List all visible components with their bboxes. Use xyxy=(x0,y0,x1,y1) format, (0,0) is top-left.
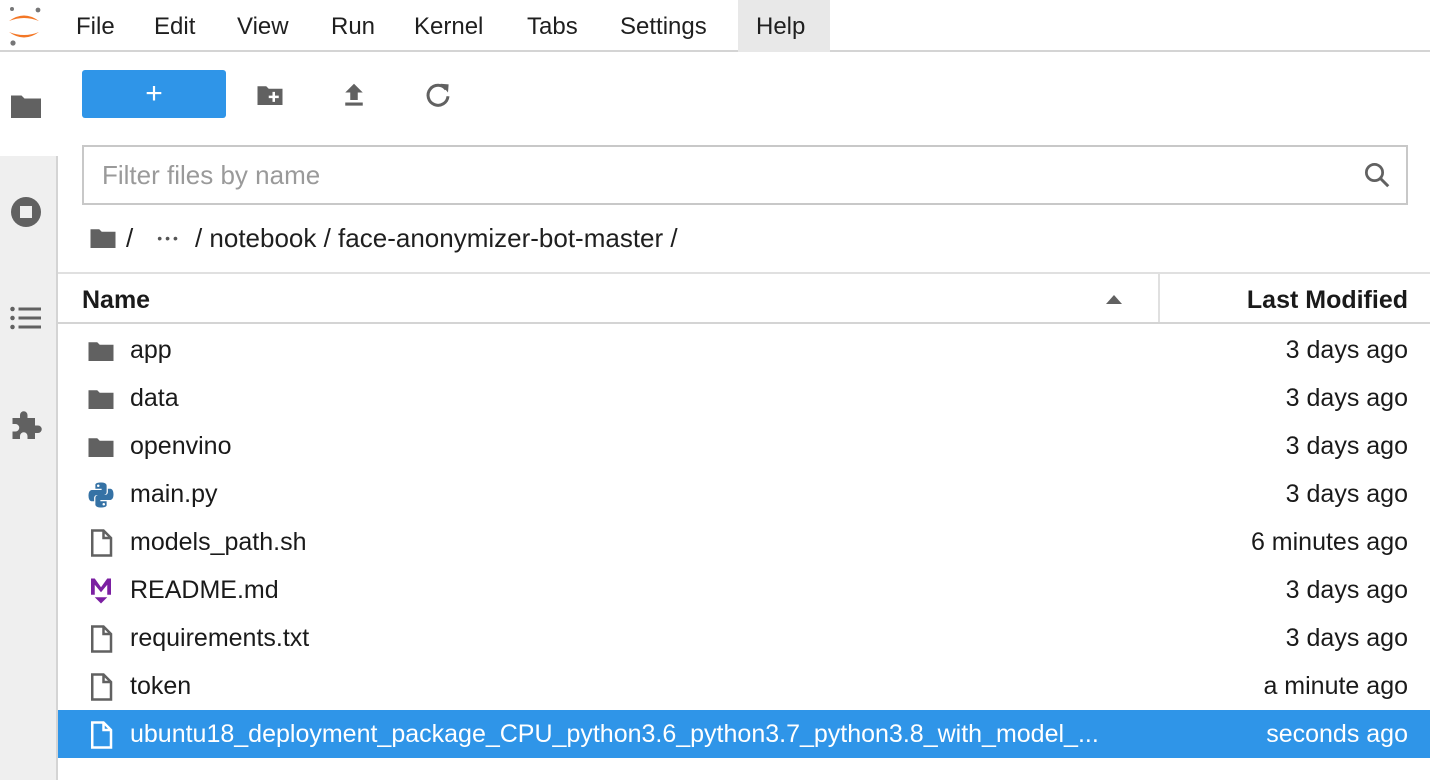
file-row[interactable]: token a minute ago xyxy=(58,662,1430,710)
python-file-icon xyxy=(88,482,114,508)
file-name: openvino xyxy=(130,432,232,460)
file-row[interactable]: main.py 3 days ago xyxy=(58,470,1430,518)
file-modified: 3 days ago xyxy=(1285,480,1408,508)
file-modified: 3 days ago xyxy=(1285,432,1408,460)
file-name: models_path.sh xyxy=(130,528,307,556)
file-name: app xyxy=(130,336,172,364)
table-of-contents-list-icon[interactable] xyxy=(8,300,44,336)
file-name: README.md xyxy=(130,576,279,604)
file-list-header: Name Last Modified xyxy=(58,272,1430,324)
file-browser-folder-icon[interactable] xyxy=(8,88,44,124)
name-column-header[interactable]: Name xyxy=(82,274,150,322)
file-icon xyxy=(91,673,113,701)
folder-icon xyxy=(88,438,114,457)
file-row[interactable]: models_path.sh 6 minutes ago xyxy=(58,518,1430,566)
filter-box xyxy=(82,145,1408,205)
extension-puzzle-icon[interactable] xyxy=(8,406,44,442)
file-name: requirements.txt xyxy=(130,624,310,652)
menu-help[interactable]: Help xyxy=(738,0,830,52)
file-modified: 3 days ago xyxy=(1285,336,1408,364)
breadcrumb: / ••• / notebook / face-anonymizer-bot-m… xyxy=(88,218,688,258)
file-row[interactable]: app 3 days ago xyxy=(58,326,1430,374)
upload-icon[interactable] xyxy=(339,80,369,110)
breadcrumb-root[interactable]: / xyxy=(126,223,133,254)
new-launcher-button[interactable]: + xyxy=(82,70,226,118)
file-modified: seconds ago xyxy=(1266,720,1408,748)
folder-icon xyxy=(88,390,114,409)
file-modified: 3 days ago xyxy=(1285,576,1408,604)
breadcrumb-path[interactable]: / notebook / face-anonymizer-bot-master … xyxy=(195,223,678,254)
file-modified: 3 days ago xyxy=(1285,624,1408,652)
menu-bar: File Edit View Run Kernel Tabs Settings … xyxy=(0,0,1430,52)
file-row[interactable]: requirements.txt 3 days ago xyxy=(58,614,1430,662)
file-name: data xyxy=(130,384,179,412)
jupyter-logo-icon[interactable] xyxy=(4,4,44,48)
file-icon xyxy=(91,529,113,557)
file-modified: 6 minutes ago xyxy=(1250,528,1408,556)
breadcrumb-ellipsis[interactable]: ••• xyxy=(157,230,181,246)
menu-settings[interactable]: Settings xyxy=(602,0,725,52)
menu-run[interactable]: Run xyxy=(313,0,393,52)
file-name: ubuntu18_deployment_package_CPU_python3.… xyxy=(130,720,1099,748)
file-name: token xyxy=(130,672,192,700)
sort-ascending-caret-icon[interactable] xyxy=(1104,292,1124,306)
menu-view[interactable]: View xyxy=(219,0,307,52)
file-icon xyxy=(91,625,113,653)
search-icon[interactable] xyxy=(1362,160,1392,190)
file-row[interactable]: openvino 3 days ago xyxy=(58,422,1430,470)
menu-file[interactable]: File xyxy=(58,0,133,52)
file-name: main.py xyxy=(130,480,218,508)
file-list: app 3 days ago data 3 days ago openvino … xyxy=(58,326,1430,758)
menu-kernel[interactable]: Kernel xyxy=(396,0,501,52)
filter-files-input[interactable] xyxy=(102,155,1342,195)
menu-edit[interactable]: Edit xyxy=(136,0,213,52)
plus-icon: + xyxy=(145,77,163,110)
last-modified-column-header[interactable]: Last Modified xyxy=(1247,274,1408,322)
file-icon xyxy=(91,721,113,749)
home-folder-icon[interactable] xyxy=(88,223,118,253)
file-row-selected[interactable]: ubuntu18_deployment_package_CPU_python3.… xyxy=(58,710,1430,758)
markdown-file-icon xyxy=(91,578,111,604)
menu-tabs[interactable]: Tabs xyxy=(509,0,596,52)
file-modified: a minute ago xyxy=(1263,672,1408,700)
column-divider[interactable] xyxy=(1158,274,1160,322)
file-row[interactable]: data 3 days ago xyxy=(58,374,1430,422)
file-modified: 3 days ago xyxy=(1285,384,1408,412)
folder-icon xyxy=(88,342,114,361)
file-row[interactable]: README.md 3 days ago xyxy=(58,566,1430,614)
refresh-icon[interactable] xyxy=(423,80,453,110)
left-sidebar xyxy=(0,52,58,780)
running-stop-icon[interactable] xyxy=(8,194,44,230)
new-folder-icon[interactable] xyxy=(255,80,285,110)
